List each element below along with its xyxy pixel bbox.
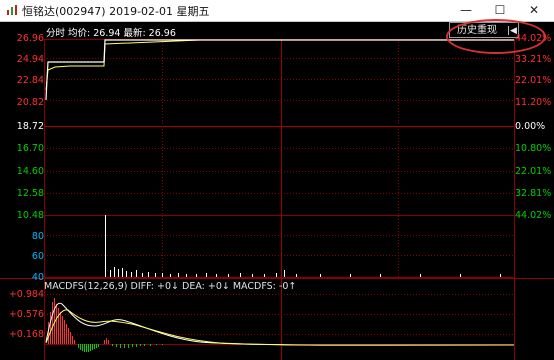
volume-label: 40 (31, 272, 44, 283)
history-replay-button[interactable]: 历史重现 |◀ (449, 22, 519, 38)
pct-label: 10.80% (515, 143, 552, 154)
macd-axis-label: +0.984 (8, 289, 44, 300)
minimize-button[interactable]: — (449, 0, 483, 21)
price-label: 22.84 (16, 75, 44, 86)
volume-label: 80 (31, 231, 44, 242)
macd-axis-label: +0.576 (8, 309, 44, 320)
pct-label: 44.02% (515, 210, 552, 221)
price-label: 26.96 (16, 33, 44, 44)
price-label: 20.82 (16, 97, 44, 108)
pct-label: 44.02% (515, 33, 552, 44)
pct-label: 22.01% (515, 166, 552, 177)
price-label: 18.72 (16, 121, 44, 132)
pct-label: 0.00% (515, 121, 546, 132)
price-label: 12.58 (16, 188, 44, 199)
title-bar: 恒铭达(002947) 2019-02-01 星期五 — ☐ ✕ (0, 0, 554, 22)
quote-info: 分时 均价: 26.94 最新: 26.96 (46, 28, 176, 39)
macd-indicator-label: MACDFS(12,26,9) DIFF: +0↓ DEA: +0↓ MACDF… (44, 281, 297, 292)
close-button[interactable]: ✕ (517, 0, 551, 21)
app-icon (7, 5, 17, 15)
intraday-chart[interactable]: 分时 均价: 26.94 最新: 26.96 历史重现 |◀ 26.96 24.… (0, 19, 554, 360)
volume-label: 60 (31, 251, 44, 262)
pct-label: 33.21% (515, 54, 552, 65)
price-label: 16.70 (16, 143, 44, 154)
price-label: 10.48 (16, 210, 44, 221)
pct-label: 11.20% (515, 97, 552, 108)
maximize-button[interactable]: ☐ (483, 0, 517, 21)
pct-label: 32.81% (515, 188, 552, 199)
pct-label: 22.01% (515, 75, 552, 86)
window-title: 恒铭达(002947) 2019-02-01 星期五 (22, 5, 210, 18)
price-label: 14.60 (16, 166, 44, 177)
macd-axis-label: +0.168 (8, 329, 44, 340)
macd-chart (45, 298, 515, 352)
history-replay-label: 历史重现 (457, 25, 497, 36)
price-label: 24.94 (16, 54, 44, 65)
